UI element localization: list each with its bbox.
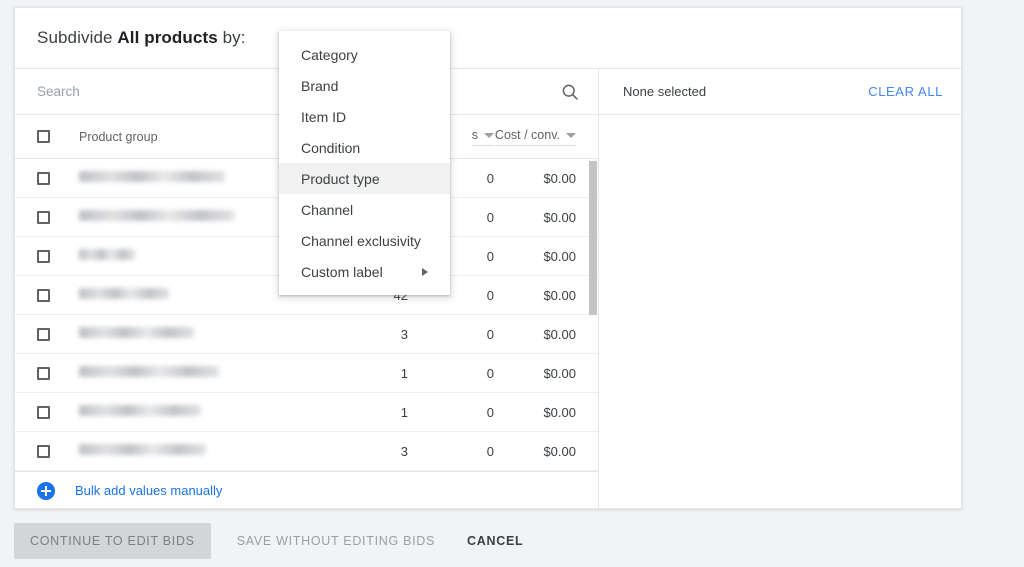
chevron-down-icon xyxy=(484,132,494,138)
row-checkbox[interactable] xyxy=(37,405,50,419)
product-group-name xyxy=(79,364,322,382)
selection-header: None selected CLEAR ALL xyxy=(599,69,961,115)
cost-per-conv-value: $0.00 xyxy=(543,404,576,420)
bulk-add-row[interactable]: Bulk add values manually xyxy=(15,471,598,509)
chevron-down-icon xyxy=(566,132,576,138)
conversions-value: 0 xyxy=(486,404,494,420)
row-checkbox[interactable] xyxy=(37,249,50,263)
page-title: Subdivide All products by: xyxy=(37,28,246,48)
menu-item-item-id[interactable]: Item ID xyxy=(279,101,450,132)
cost-per-conv-value: $0.00 xyxy=(543,365,576,381)
row-checkbox-cell[interactable] xyxy=(37,327,79,341)
menu-item-label: Item ID xyxy=(301,108,347,125)
table-row[interactable]: 3 0 $0.00 xyxy=(15,432,598,471)
metric-value: 3 xyxy=(400,443,408,459)
dialog-header: Subdivide All products by: xyxy=(15,8,961,69)
cost-per-conv-value: $0.00 xyxy=(543,287,576,303)
redacted-product-group-name xyxy=(79,405,201,416)
selection-pane: None selected CLEAR ALL xyxy=(599,69,961,509)
clear-all-button[interactable]: CLEAR ALL xyxy=(868,84,943,99)
menu-item-channel-exclusivity[interactable]: Channel exclusivity xyxy=(279,225,450,256)
redacted-product-group-name xyxy=(79,249,135,260)
column-header-cost-conv[interactable]: Cost / conv. xyxy=(494,128,576,146)
select-all-checkbox[interactable] xyxy=(37,130,50,143)
row-checkbox-cell[interactable] xyxy=(37,210,79,224)
menu-item-product-type[interactable]: Product type xyxy=(279,163,450,194)
menu-item-label: Product type xyxy=(301,170,380,187)
table-scrollbar[interactable] xyxy=(587,161,598,471)
product-group-name xyxy=(79,403,322,421)
row-checkbox-cell[interactable] xyxy=(37,444,79,458)
cost-per-conv-value: $0.00 xyxy=(543,248,576,264)
cost-per-conv-value: $0.00 xyxy=(543,326,576,342)
column-header-conversions-sort[interactable]: s xyxy=(471,127,494,146)
menu-item-label: Channel xyxy=(301,201,354,218)
menu-item-brand[interactable]: Brand xyxy=(279,70,450,101)
row-checkbox[interactable] xyxy=(37,327,50,341)
selection-status: None selected xyxy=(623,84,707,99)
save-without-editing-bids-button[interactable]: SAVE WITHOUT EDITING BIDS xyxy=(227,523,445,559)
search-icon[interactable] xyxy=(560,82,580,102)
conversions-value: 0 xyxy=(486,443,494,459)
row-checkbox[interactable] xyxy=(37,288,50,302)
menu-item-channel[interactable]: Channel xyxy=(279,194,450,225)
row-checkbox[interactable] xyxy=(37,210,50,224)
conversions-value: 0 xyxy=(486,326,494,342)
cost-per-conv-value: $0.00 xyxy=(543,209,576,225)
row-checkbox-cell[interactable] xyxy=(37,249,79,263)
column-header-conversions-label: s xyxy=(471,127,478,142)
redacted-product-group-name xyxy=(79,171,225,182)
redacted-product-group-name xyxy=(79,327,194,338)
row-checkbox-cell[interactable] xyxy=(37,171,79,185)
redacted-product-group-name xyxy=(79,444,206,455)
menu-item-condition[interactable]: Condition xyxy=(279,132,450,163)
cost-per-conv-value: $0.00 xyxy=(543,443,576,459)
redacted-product-group-name xyxy=(79,288,169,299)
product-group-name xyxy=(79,442,322,460)
menu-item-label: Custom label xyxy=(301,263,383,280)
continue-to-edit-bids-button[interactable]: CONTINUE TO EDIT BIDS xyxy=(14,523,211,559)
select-all-cell[interactable] xyxy=(37,130,79,143)
table-row[interactable]: 3 0 $0.00 xyxy=(15,315,598,354)
row-checkbox[interactable] xyxy=(37,366,50,380)
menu-item-custom-label[interactable]: Custom label xyxy=(279,256,450,287)
plus-circle-icon[interactable] xyxy=(37,481,55,500)
subdivide-dialog: Subdivide All products by: Product group xyxy=(14,7,962,509)
cost-per-conv-value: $0.00 xyxy=(543,170,576,186)
selection-list xyxy=(599,115,961,509)
conversions-value: 0 xyxy=(486,365,494,381)
bulk-add-values-link[interactable]: Bulk add values manually xyxy=(75,483,222,498)
title-emphasis: All products xyxy=(117,28,218,47)
dialog-body: Product group s Cost / conv. 0$0.000$0.0… xyxy=(15,69,961,509)
menu-item-label: Channel exclusivity xyxy=(301,232,421,249)
row-checkbox-cell[interactable] xyxy=(37,405,79,419)
column-header-cost-conv-label: Cost / conv. xyxy=(494,127,560,142)
subdivide-dropdown-menu[interactable]: Category Brand Item ID Condition Product typ… xyxy=(279,31,450,295)
metric-value: 1 xyxy=(400,404,408,420)
row-checkbox[interactable] xyxy=(37,171,50,185)
chevron-right-icon xyxy=(422,267,428,276)
table-row[interactable]: 1 0 $0.00 xyxy=(15,354,598,393)
table-row[interactable]: 1 0 $0.00 xyxy=(15,393,598,432)
title-prefix: Subdivide xyxy=(37,28,118,47)
menu-item-label: Category xyxy=(301,46,358,63)
row-checkbox-cell[interactable] xyxy=(37,366,79,380)
metric-value: 3 xyxy=(400,326,408,342)
column-header-cost-conv-sort[interactable]: Cost / conv. xyxy=(494,127,576,146)
menu-item-category[interactable]: Category xyxy=(279,39,450,70)
cancel-button[interactable]: CANCEL xyxy=(457,523,533,559)
menu-item-label: Condition xyxy=(301,139,361,156)
redacted-product-group-name xyxy=(79,210,234,221)
table-scrollbar-thumb[interactable] xyxy=(589,161,597,315)
title-suffix: by: xyxy=(217,28,246,47)
product-group-name xyxy=(79,325,322,343)
row-checkbox[interactable] xyxy=(37,444,50,458)
row-checkbox-cell[interactable] xyxy=(37,288,79,302)
metric-value: 1 xyxy=(400,365,408,381)
menu-item-label: Brand xyxy=(301,77,339,94)
action-bar: CONTINUE TO EDIT BIDS SAVE WITHOUT EDITI… xyxy=(14,523,533,559)
redacted-product-group-name xyxy=(79,366,219,377)
